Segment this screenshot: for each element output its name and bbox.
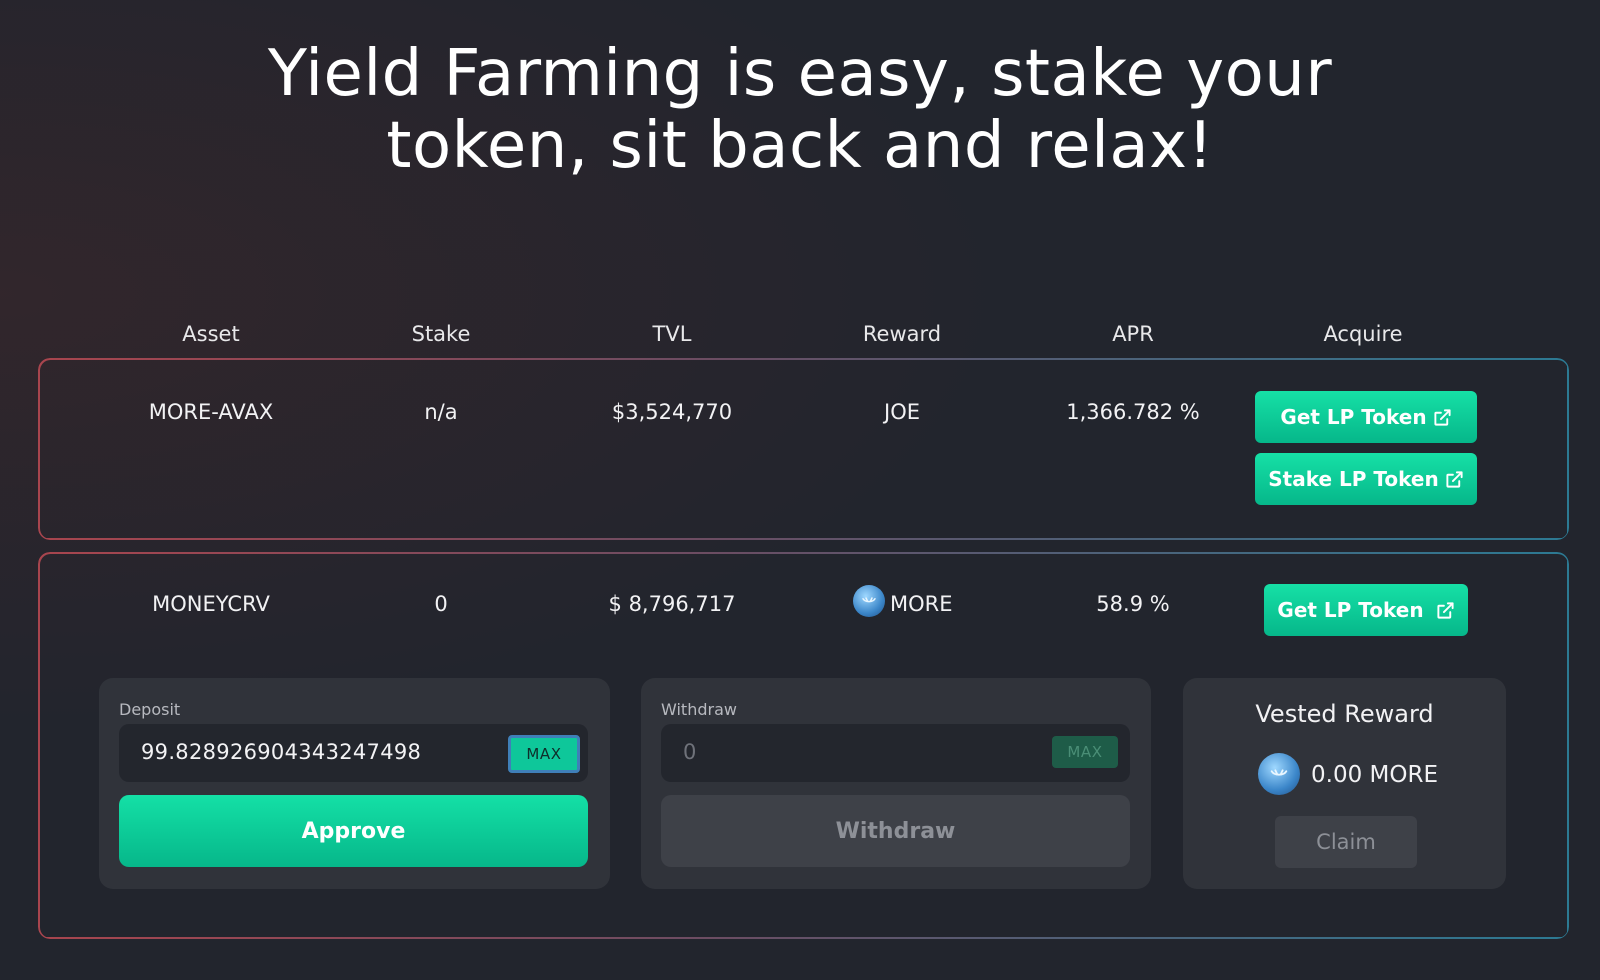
apr-cell: 1,366.782 %	[1066, 400, 1200, 424]
hero-line-1: Yield Farming is easy, stake your	[267, 37, 1333, 111]
withdraw-label: Withdraw	[661, 700, 737, 719]
column-header-stake: Stake	[411, 322, 471, 346]
more-token-icon	[1258, 753, 1300, 795]
stake-cell: n/a	[424, 400, 458, 424]
deposit-input-value: 99.828926904343247498	[141, 740, 422, 764]
stake-lp-token-label: Stake LP Token	[1268, 467, 1439, 491]
reward-cell: JOE	[884, 400, 920, 424]
withdraw-input[interactable]: 0 MAX	[661, 724, 1130, 782]
column-header-tvl: TVL	[652, 322, 692, 346]
vested-reward-title: Vested Reward	[1255, 700, 1434, 728]
hero-line-2: token, sit back and relax!	[386, 109, 1214, 183]
get-lp-token-button[interactable]: Get LP Token	[1264, 584, 1468, 636]
column-header-asset: Asset	[182, 322, 240, 346]
tvl-cell: $3,524,770	[611, 400, 733, 424]
column-header-acquire: Acquire	[1323, 322, 1403, 346]
farm-row-more-avax	[38, 358, 1568, 539]
withdraw-max-button[interactable]: MAX	[1052, 736, 1118, 768]
withdraw-button[interactable]: Withdraw	[661, 795, 1130, 867]
vested-reward-amount: 0.00 MORE	[1311, 762, 1438, 788]
hero-heading: Yield Farming is easy, stake your token,…	[0, 38, 1600, 182]
withdraw-input-value: 0	[683, 740, 697, 764]
deposit-card: Deposit 99.828926904343247498 MAX Approv…	[99, 678, 610, 889]
external-link-icon	[1434, 408, 1451, 426]
external-link-icon	[1437, 601, 1454, 619]
reward-cell: MORE	[890, 592, 953, 616]
external-link-icon	[1446, 470, 1463, 488]
apr-cell: 58.9 %	[1096, 592, 1170, 616]
tvl-cell: $ 8,796,717	[608, 592, 736, 616]
get-lp-token-label: Get LP Token	[1280, 405, 1427, 429]
deposit-input[interactable]: 99.828926904343247498 MAX	[119, 724, 588, 782]
claim-button[interactable]: Claim	[1275, 816, 1417, 868]
deposit-label: Deposit	[119, 700, 181, 719]
stake-cell: 0	[434, 592, 448, 616]
more-token-icon	[853, 585, 885, 617]
deposit-max-button[interactable]: MAX	[508, 735, 580, 773]
asset-cell: MORE-AVAX	[148, 400, 274, 424]
column-header-reward: Reward	[862, 322, 942, 346]
vested-reward-card: Vested Reward 0.00 MORE Claim	[1183, 678, 1506, 889]
withdraw-card: Withdraw 0 MAX Withdraw	[641, 678, 1151, 889]
approve-button[interactable]: Approve	[119, 795, 588, 867]
asset-cell: MONEYCRV	[152, 592, 270, 616]
stake-lp-token-button[interactable]: Stake LP Token	[1255, 453, 1477, 505]
column-header-apr: APR	[1112, 322, 1154, 346]
get-lp-token-button[interactable]: Get LP Token	[1255, 391, 1477, 443]
get-lp-token-label: Get LP Token	[1277, 598, 1424, 622]
